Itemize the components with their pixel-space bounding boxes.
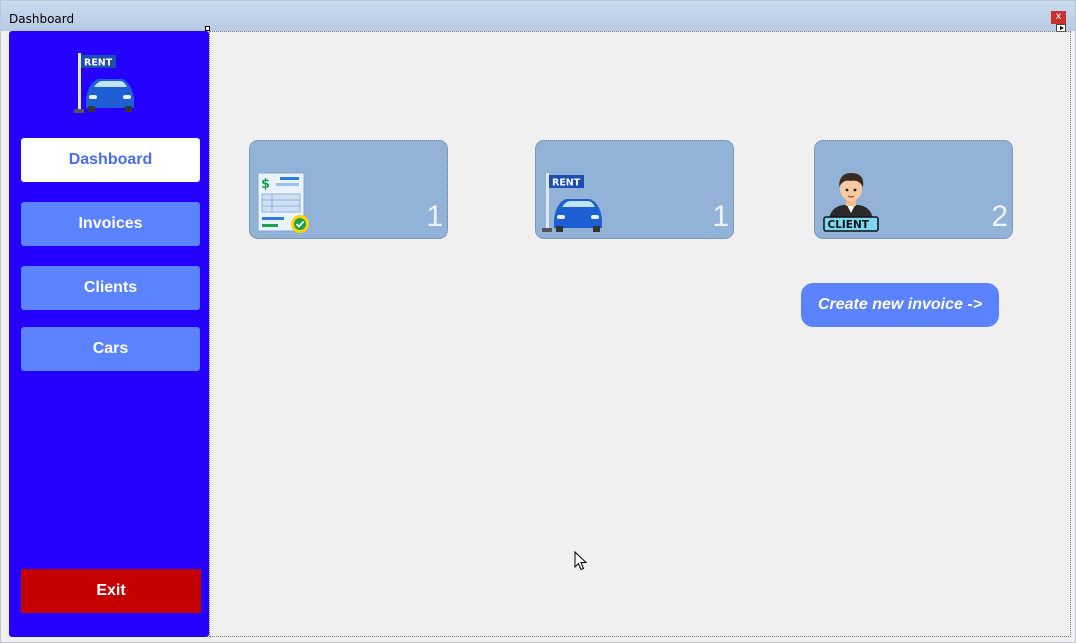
clients-count: 2: [991, 200, 1008, 233]
create-invoice-button[interactable]: Create new invoice ->: [801, 283, 999, 327]
resize-handle[interactable]: [205, 26, 210, 31]
mouse-cursor-icon: [574, 551, 588, 571]
exit-button[interactable]: Exit: [21, 569, 201, 613]
invoice-icon: $: [257, 172, 309, 233]
invoices-count-card[interactable]: $ 1: [249, 140, 448, 239]
nav-clients-button[interactable]: Clients: [21, 266, 200, 310]
close-button[interactable]: x: [1051, 11, 1066, 24]
sidebar: RENT Dashboard Invoices Clients Cars Exi…: [9, 31, 209, 637]
svg-text:CLIENT: CLIENT: [828, 219, 870, 231]
svg-text:$: $: [261, 177, 270, 192]
nav-cars-button[interactable]: Cars: [21, 327, 200, 371]
title-bar: Dashboard x: [1, 1, 1075, 32]
main-panel: [209, 31, 1071, 637]
logo-text: RENT: [84, 58, 113, 69]
clients-count-card[interactable]: CLIENT 2: [814, 140, 1013, 239]
rent-car-logo-icon: RENT: [74, 53, 134, 113]
nav-invoices-button[interactable]: Invoices: [21, 202, 200, 246]
client-icon: CLIENT: [823, 173, 879, 232]
nav-dashboard-button[interactable]: Dashboard: [21, 138, 200, 182]
cars-count: 1: [712, 200, 729, 233]
app-window: Dashboard x RENT Dashboard Invoices Clie…: [0, 0, 1076, 643]
invoices-count: 1: [426, 200, 443, 233]
svg-text:RENT: RENT: [552, 178, 581, 189]
cars-count-card[interactable]: RENT 1: [535, 140, 734, 239]
window-title: Dashboard: [9, 12, 75, 26]
rent-car-icon: RENT: [542, 173, 602, 232]
